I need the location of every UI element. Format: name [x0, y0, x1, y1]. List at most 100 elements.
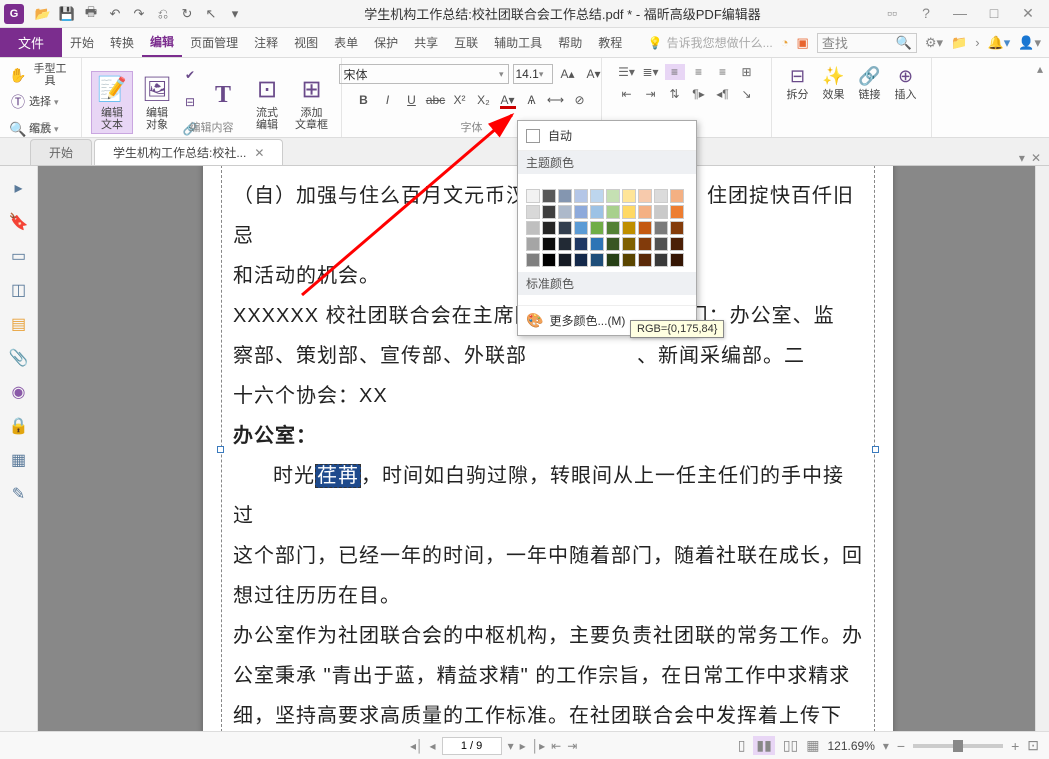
underline-button[interactable]: U — [401, 90, 423, 110]
char-spacing-button[interactable]: ⟷ — [545, 90, 567, 110]
doctab-start[interactable]: 开始 — [30, 139, 92, 165]
color-swatch[interactable] — [574, 221, 588, 235]
color-swatch[interactable] — [558, 237, 572, 251]
align-right-button[interactable]: ≡ — [713, 64, 733, 80]
color-swatch[interactable] — [526, 221, 540, 235]
ltr-button[interactable]: ¶▸ — [689, 86, 709, 102]
hand-tool[interactable]: ✋手型工具 — [8, 62, 73, 88]
indent-button[interactable]: ⇥ — [641, 86, 661, 102]
subscript-button[interactable]: X₂ — [473, 90, 495, 110]
split-button[interactable]: ⊟拆分 — [782, 62, 814, 103]
flag-icon[interactable]: ▣ — [797, 35, 809, 51]
sidebar-arrow-icon[interactable]: ▸ — [14, 178, 22, 198]
color-swatch[interactable] — [638, 237, 652, 251]
color-swatch[interactable] — [542, 253, 556, 267]
font-name-select[interactable]: 宋体▾ — [339, 64, 509, 84]
right-scrollbar[interactable] — [1035, 166, 1049, 731]
para-dialog-button[interactable]: ↘ — [737, 86, 757, 102]
color-swatch[interactable] — [558, 205, 572, 219]
zoom-in-button[interactable]: + — [1011, 738, 1019, 754]
color-swatch[interactable] — [574, 189, 588, 203]
undo-icon[interactable]: ↶ — [106, 5, 124, 23]
menu-protect[interactable]: 保护 — [366, 28, 406, 57]
color-swatch[interactable] — [590, 205, 604, 219]
sidebar-image-icon[interactable]: ◉ — [12, 382, 26, 402]
color-swatch[interactable] — [638, 189, 652, 203]
sidebar-sign-icon[interactable]: ✎ — [12, 484, 25, 504]
color-swatch[interactable] — [590, 237, 604, 251]
open-icon[interactable]: 📂 — [34, 5, 52, 23]
superscript-button[interactable]: X² — [449, 90, 471, 110]
color-swatch[interactable] — [638, 253, 652, 267]
color-auto-option[interactable]: 自动 — [518, 121, 696, 151]
menu-start[interactable]: 开始 — [62, 28, 102, 57]
color-swatch[interactable] — [574, 253, 588, 267]
tabs-menu-icon[interactable]: ▾ — [1019, 151, 1025, 165]
color-swatch[interactable] — [558, 189, 572, 203]
view-continuous-button[interactable]: ▮▮ — [753, 736, 774, 755]
rtl-button[interactable]: ◂¶ — [713, 86, 733, 102]
tab-close-icon[interactable]: ✕ — [254, 146, 264, 160]
bell-icon[interactable]: 🔔▾ — [988, 35, 1011, 51]
color-swatch[interactable] — [606, 205, 620, 219]
zoom-slider[interactable] — [913, 744, 1003, 748]
color-swatch[interactable] — [622, 237, 636, 251]
color-swatch[interactable] — [574, 205, 588, 219]
color-swatch[interactable] — [558, 221, 572, 235]
view-wrap-button[interactable]: ▦ — [806, 737, 819, 754]
sidebar-attach-icon[interactable]: 📎 — [9, 348, 29, 368]
color-swatch[interactable] — [606, 221, 620, 235]
close-icon[interactable]: ✕ — [1017, 5, 1039, 22]
sidebar-comments-icon[interactable]: ▤ — [11, 314, 26, 334]
color-swatch[interactable] — [542, 189, 556, 203]
color-swatch[interactable] — [526, 253, 540, 267]
page-dropdown[interactable]: ▾ — [508, 739, 514, 753]
fit-button[interactable]: ⊡ — [1027, 737, 1039, 754]
menu-tutorial[interactable]: 教程 — [590, 28, 630, 57]
prev-page-button[interactable]: ◂ — [430, 739, 436, 753]
doctab-document[interactable]: 学生机构工作总结:校社...✕ — [94, 139, 283, 165]
nav-extra2[interactable]: ⇥ — [567, 739, 577, 753]
cloud-icon[interactable]: ◔ — [781, 35, 789, 50]
number-list-button[interactable]: ≣▾ — [641, 64, 661, 80]
menu-view[interactable]: 视图 — [286, 28, 326, 57]
menu-convert[interactable]: 转换 — [102, 28, 142, 57]
zoom-out-button[interactable]: − — [897, 738, 905, 754]
font-size-select[interactable]: 14.1▾ — [513, 64, 553, 84]
distribute-button[interactable]: ⊞ — [737, 64, 757, 80]
save-icon[interactable]: 💾 — [58, 5, 76, 23]
color-swatch[interactable] — [558, 253, 572, 267]
font-color-button[interactable]: A▾ — [497, 90, 519, 110]
pointer-icon[interactable]: ↖ — [202, 5, 220, 23]
zoom-dropdown[interactable]: ▾ — [883, 739, 889, 753]
menu-share[interactable]: 共享 — [406, 28, 446, 57]
effect-button[interactable]: ✨效果 — [818, 62, 850, 103]
search-box[interactable]: 查找🔍 — [817, 33, 917, 53]
color-swatch[interactable] — [622, 189, 636, 203]
sidebar-security-icon[interactable]: 🔒 — [9, 416, 29, 436]
redo2-icon[interactable]: ↻ — [178, 5, 196, 23]
color-swatch[interactable] — [670, 189, 684, 203]
bullet-list-button[interactable]: ☰▾ — [617, 64, 637, 80]
chevron-icon[interactable]: › — [975, 35, 979, 50]
clear-format-button[interactable]: ⊘ — [569, 90, 591, 110]
maximize-icon[interactable]: □ — [983, 5, 1005, 22]
gear-icon[interactable]: ⚙▾ — [925, 35, 943, 51]
menu-connect[interactable]: 互联 — [446, 28, 486, 57]
color-swatch[interactable] — [526, 189, 540, 203]
grow-font-button[interactable]: A▴ — [557, 64, 579, 84]
color-swatch[interactable] — [622, 221, 636, 235]
italic-button[interactable]: I — [377, 90, 399, 110]
menu-edit[interactable]: 编辑 — [142, 28, 182, 57]
color-swatch[interactable] — [526, 205, 540, 219]
menu-page[interactable]: 页面管理 — [182, 28, 246, 57]
color-swatch[interactable] — [670, 221, 684, 235]
minimize-icon[interactable]: — — [949, 5, 971, 22]
insert-button[interactable]: ⊕插入 — [890, 62, 922, 103]
color-swatch[interactable] — [590, 221, 604, 235]
join-button[interactable]: ⊟ — [181, 89, 199, 115]
sidebar-pages-icon[interactable]: ▭ — [11, 246, 26, 266]
view-single-button[interactable]: ▯ — [738, 737, 746, 754]
tell-me[interactable]: 💡告诉我您想做什么... — [648, 28, 773, 57]
dropdown-icon[interactable]: ▾ — [226, 5, 244, 23]
